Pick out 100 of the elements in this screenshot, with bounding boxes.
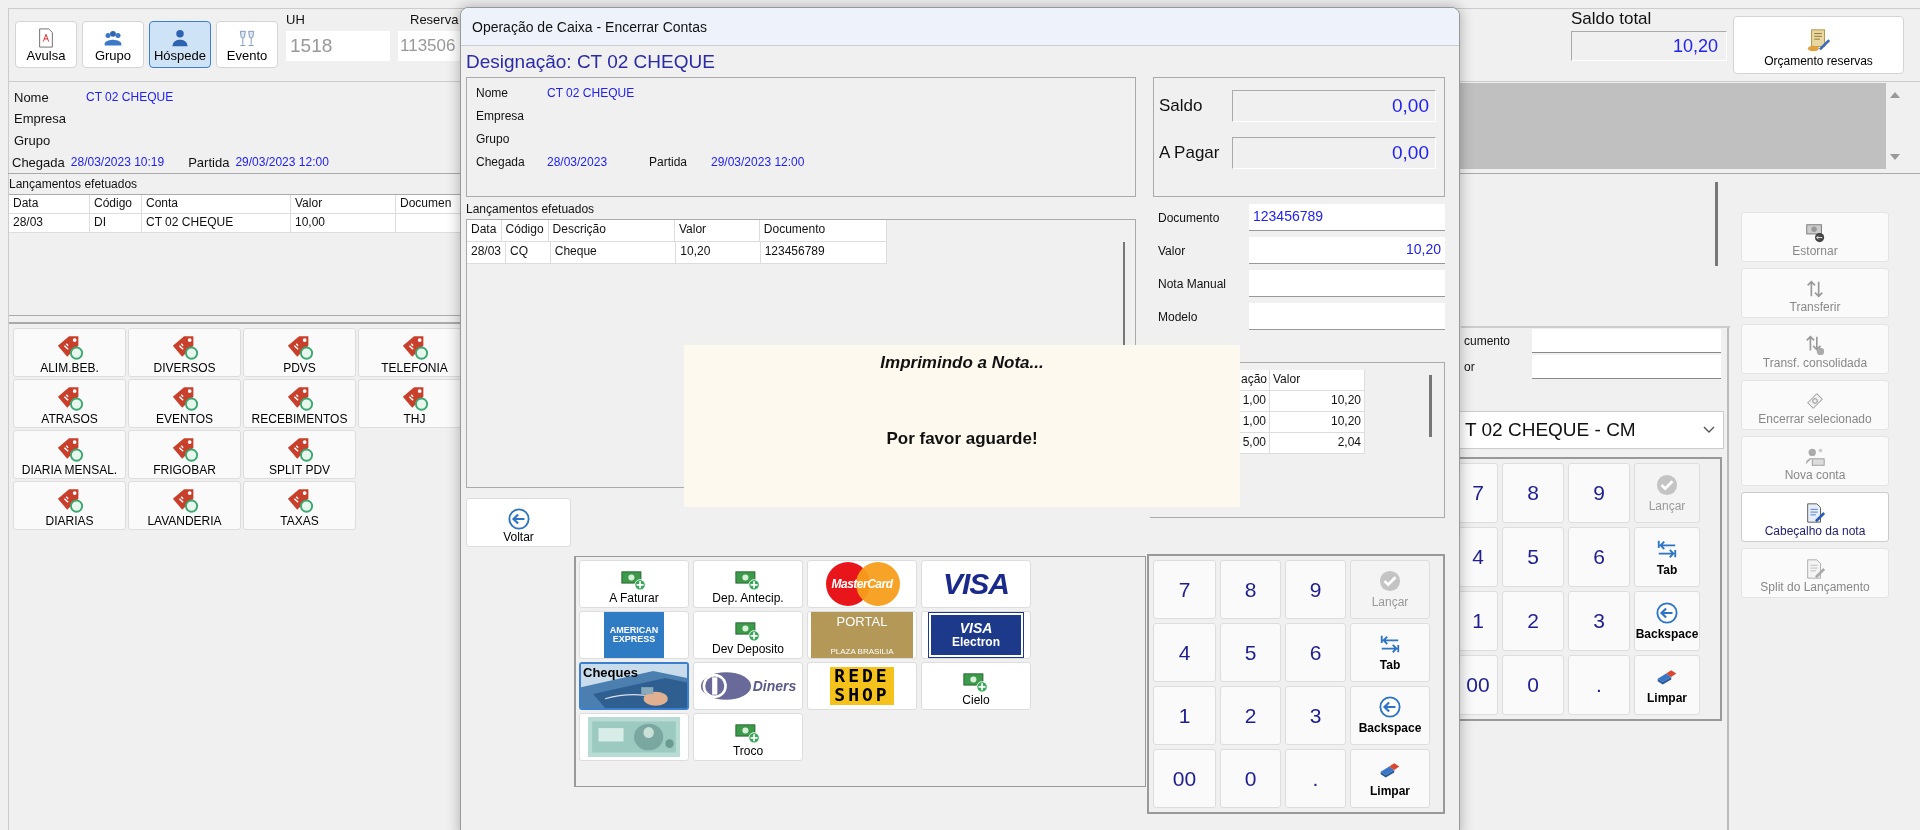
- payment-option[interactable]: VISA: [921, 560, 1031, 608]
- keypad-key[interactable]: 4: [1153, 623, 1216, 682]
- back-button[interactable]: Voltar: [466, 498, 571, 547]
- transfer-arrows-icon: [1804, 278, 1826, 300]
- toolbar-button[interactable]: Avulsa: [15, 21, 77, 68]
- column-header[interactable]: Documento: [759, 220, 887, 241]
- keypad-key[interactable]: .: [1568, 655, 1630, 715]
- category-button[interactable]: ATRASOS: [13, 379, 126, 428]
- money-add-icon: [735, 723, 761, 744]
- visa-electron-logo: VISA Electron: [929, 613, 1023, 657]
- backspace-key[interactable]: Backspace: [1350, 686, 1430, 745]
- keypad-key[interactable]: 2: [1502, 591, 1564, 651]
- reservation-label: Reserva: [409, 12, 460, 29]
- input-field[interactable]: [1532, 329, 1721, 353]
- keypad-key[interactable]: 8: [1502, 463, 1564, 523]
- keypad-key[interactable]: 00: [1458, 655, 1498, 715]
- keypad-key[interactable]: 3: [1285, 686, 1346, 745]
- price-tag-icon: [55, 334, 84, 361]
- payment-option[interactable]: Cielo: [921, 662, 1031, 710]
- keypad-key[interactable]: 5: [1502, 527, 1564, 587]
- category-button[interactable]: EVENTOS: [128, 379, 241, 428]
- keypad-key[interactable]: 9: [1285, 560, 1346, 619]
- tab-key[interactable]: Tab: [1350, 623, 1430, 682]
- keypad-key[interactable]: 4: [1458, 527, 1498, 587]
- clear-button[interactable]: Limpar: [1350, 749, 1430, 808]
- category-button[interactable]: PDVS: [243, 328, 356, 377]
- input-field[interactable]: [1249, 303, 1445, 330]
- toolbar-button[interactable]: Evento: [216, 21, 278, 68]
- budget-button[interactable]: Orçamento reservas: [1733, 16, 1904, 74]
- payment-option[interactable]: Dep. Antecip.: [693, 560, 803, 608]
- category-button[interactable]: THJ: [358, 379, 461, 428]
- guest-name: CT 02 CHEQUE: [86, 90, 174, 104]
- payment-option[interactable]: VISA Electron: [921, 611, 1031, 659]
- keypad-key[interactable]: 0: [1502, 655, 1564, 715]
- category-button[interactable]: SPLIT PDV: [243, 430, 356, 479]
- column-header[interactable]: Conta: [142, 195, 291, 213]
- tab-key[interactable]: Tab: [1634, 527, 1700, 587]
- payment-option[interactable]: Troco: [693, 713, 803, 761]
- keypad-key[interactable]: 5: [1220, 623, 1281, 682]
- column-header[interactable]: Descrição: [548, 220, 675, 241]
- payment-option[interactable]: A Faturar: [579, 560, 689, 608]
- keypad-key[interactable]: 1: [1458, 591, 1498, 651]
- category-button[interactable]: DIARIA MENSAL.: [13, 430, 126, 479]
- clear-button[interactable]: Limpar: [1634, 655, 1700, 715]
- money-add-icon: [735, 570, 761, 591]
- category-button[interactable]: DIVERSOS: [128, 328, 241, 377]
- column-header[interactable]: Data: [9, 195, 90, 213]
- column-header[interactable]: Documen: [396, 195, 460, 213]
- column-header[interactable]: Código: [501, 220, 549, 241]
- toolbar-button[interactable]: Hóspede: [149, 21, 211, 68]
- company-label: Empresa: [476, 109, 526, 123]
- keypad-key[interactable]: 8: [1220, 560, 1281, 619]
- category-button[interactable]: ALIM.BEB.: [13, 328, 126, 377]
- action-button[interactable]: Cabeçalho da nota: [1741, 492, 1889, 542]
- scroll-down-icon[interactable]: [1890, 153, 1900, 161]
- keypad-key[interactable]: 9: [1568, 463, 1630, 523]
- column-header[interactable]: Valor: [1270, 370, 1365, 390]
- keypad-key[interactable]: 6: [1568, 527, 1630, 587]
- input-field[interactable]: [1249, 270, 1445, 297]
- price-tag-icon: [55, 385, 84, 412]
- keypad-key[interactable]: 00: [1153, 749, 1216, 808]
- category-button[interactable]: FRIGOBAR: [128, 430, 241, 479]
- keypad-key[interactable]: 2: [1220, 686, 1281, 745]
- input-field[interactable]: 10,20: [1249, 237, 1445, 264]
- document-icon: [36, 28, 56, 48]
- payment-option[interactable]: Diners: [693, 662, 803, 710]
- table-cell: 2,04: [1270, 433, 1365, 453]
- total-balance-field: 10,20: [1571, 31, 1727, 61]
- category-button[interactable]: RECEBIMENTOS: [243, 379, 356, 428]
- keypad-key[interactable]: 7: [1458, 463, 1498, 523]
- document-split-icon: [1804, 558, 1826, 580]
- input-field[interactable]: [1532, 355, 1721, 379]
- column-header[interactable]: Código: [90, 195, 142, 213]
- payment-option[interactable]: Dev Deposito: [693, 611, 803, 659]
- backspace-key[interactable]: Backspace: [1634, 591, 1700, 651]
- keypad-key[interactable]: 7: [1153, 560, 1216, 619]
- payment-option[interactable]: REDE SHOP: [807, 662, 917, 710]
- payment-option[interactable]: Cheques: [579, 662, 689, 710]
- keypad-key[interactable]: 6: [1285, 623, 1346, 682]
- category-button[interactable]: DIARIAS: [13, 481, 126, 530]
- keypad-key[interactable]: 1: [1153, 686, 1216, 745]
- field-label: Modelo: [1157, 309, 1199, 324]
- column-header[interactable]: Data: [467, 220, 502, 241]
- keypad-key[interactable]: 0: [1220, 749, 1281, 808]
- account-dropdown[interactable]: T 02 CHEQUE - CM: [1458, 411, 1724, 449]
- column-header[interactable]: Valor: [674, 220, 760, 241]
- keypad-key[interactable]: 3: [1568, 591, 1630, 651]
- column-header[interactable]: Valor: [291, 195, 396, 213]
- departure-date: 29/03/2023 12:00: [235, 155, 329, 170]
- category-button[interactable]: LAVANDERIA: [128, 481, 241, 530]
- input-field[interactable]: 123456789: [1249, 204, 1445, 231]
- category-button[interactable]: TELEFONIA: [358, 328, 461, 377]
- arrival-date: 28/03/2023 10:19: [70, 155, 165, 170]
- payment-option[interactable]: AMERICAN EXPRESS: [579, 611, 689, 659]
- category-button[interactable]: TAXAS: [243, 481, 356, 530]
- scroll-up-icon[interactable]: [1890, 91, 1900, 99]
- keypad-key[interactable]: .: [1285, 749, 1346, 808]
- price-tag-icon: [285, 334, 314, 361]
- payment-option[interactable]: [579, 713, 689, 761]
- toolbar-button[interactable]: Grupo: [82, 21, 144, 68]
